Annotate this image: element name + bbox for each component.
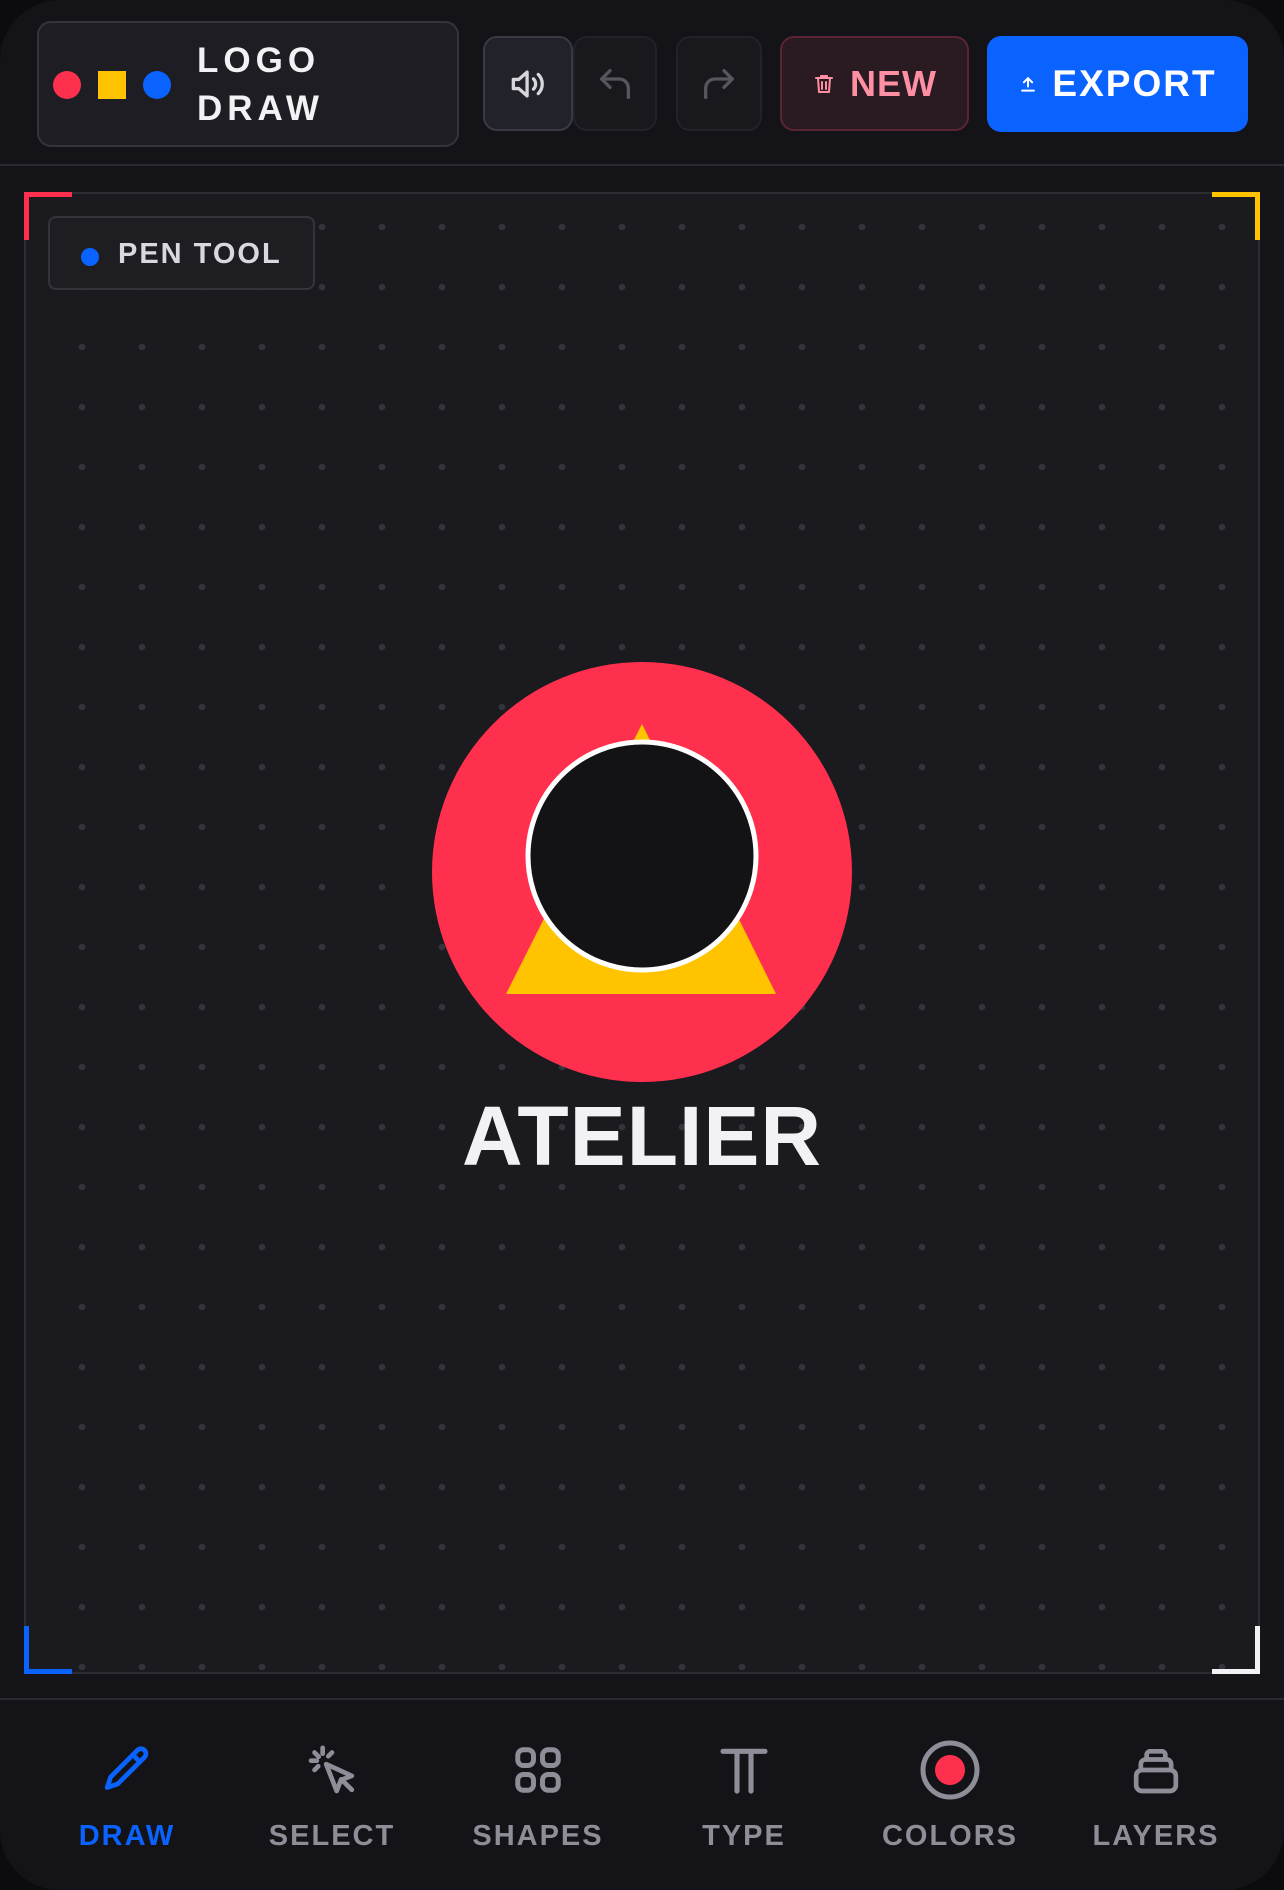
nav-shapes-label: SHAPES: [472, 1820, 604, 1852]
app-brand: LOGO DRAW: [37, 21, 459, 147]
speaker-icon: [511, 69, 544, 98]
nav-layers-label: LAYERS: [1092, 1820, 1220, 1852]
tool-indicator-dot: [81, 248, 99, 266]
nav-colors-label: COLORS: [881, 1820, 1019, 1852]
nav-draw[interactable]: DRAW: [37, 1730, 217, 1860]
canvas-corner-bottom-left: [24, 1626, 72, 1674]
sound-button[interactable]: [483, 36, 573, 131]
nav-shapes[interactable]: SHAPES: [448, 1730, 628, 1860]
nav-type[interactable]: TYPE: [654, 1730, 834, 1860]
nav-type-label: TYPE: [702, 1820, 786, 1852]
bottom-navigation: DRAW SELECT SHAPES TYPE COLORS LAYERS: [0, 1698, 1284, 1890]
active-tool-badge: PEN TOOL: [48, 216, 315, 290]
nav-select[interactable]: SELECT: [242, 1730, 422, 1860]
nav-colors[interactable]: COLORS: [860, 1730, 1040, 1860]
trash-icon: [815, 74, 833, 93]
canvas-corner-bottom-right: [1212, 1626, 1260, 1674]
export-button-label: EXPORT: [1052, 63, 1217, 104]
color-swatch-icon: [920, 1740, 980, 1800]
new-button[interactable]: NEW: [780, 36, 969, 131]
redo-button[interactable]: [676, 36, 762, 131]
blue-circle-icon: [143, 71, 171, 99]
layers-icon: [1133, 1749, 1179, 1794]
logo-artwork[interactable]: [430, 660, 854, 1084]
undo-icon: [600, 68, 630, 99]
shapes-grid-icon: [515, 1747, 561, 1793]
app-frame: LOGO DRAW NEW EXPORT PEN TOOL ATELIER DR…: [0, 0, 1284, 1890]
top-toolbar: LOGO DRAW NEW EXPORT: [0, 0, 1284, 166]
undo-button[interactable]: [573, 36, 657, 131]
nav-draw-label: DRAW: [78, 1820, 176, 1852]
new-button-label: NEW: [850, 62, 937, 104]
logo-wordmark[interactable]: ATELIER: [342, 1086, 942, 1186]
app-title: LOGO DRAW: [197, 41, 324, 128]
active-tool-label: PEN TOOL: [118, 238, 282, 270]
pencil-icon: [104, 1746, 149, 1790]
logo-inner-circle[interactable]: [525, 739, 759, 973]
nav-layers[interactable]: LAYERS: [1066, 1730, 1246, 1860]
export-button[interactable]: EXPORT: [987, 36, 1248, 132]
type-icon: [720, 1748, 768, 1794]
nav-select-label: SELECT: [268, 1820, 396, 1852]
upload-icon: [1021, 77, 1036, 92]
canvas-corner-top-right: [1212, 192, 1260, 240]
yellow-square-icon: [98, 71, 126, 99]
red-circle-icon: [53, 71, 81, 99]
cursor-click-icon: [308, 1745, 355, 1794]
redo-icon: [704, 68, 734, 99]
